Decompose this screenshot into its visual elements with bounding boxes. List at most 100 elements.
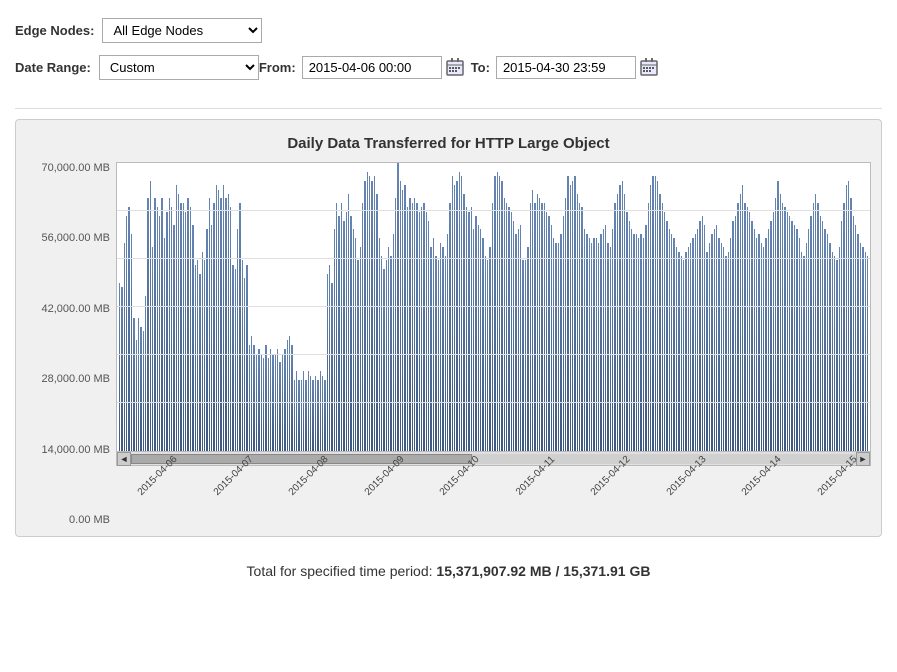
bar (393, 234, 394, 451)
edge-nodes-label: Edge Nodes: (15, 23, 94, 38)
bar (456, 181, 457, 451)
bar (310, 376, 311, 451)
bar (541, 203, 542, 451)
bar (124, 243, 125, 451)
from-date-input[interactable] (302, 56, 442, 79)
bar (428, 221, 429, 451)
bar (728, 252, 729, 451)
bar (452, 176, 453, 451)
bar (270, 349, 271, 451)
to-date-input[interactable] (496, 56, 636, 79)
bar (395, 198, 396, 451)
bar (246, 265, 247, 451)
bar (268, 358, 269, 451)
bar (732, 221, 733, 451)
bar (324, 380, 325, 451)
bar (327, 274, 328, 451)
bar (669, 229, 670, 451)
from-calendar-icon[interactable] (445, 57, 465, 77)
bar (480, 229, 481, 451)
date-range-label: Date Range: (15, 60, 91, 75)
bar (473, 229, 474, 451)
grid-line (117, 258, 870, 259)
bar (197, 260, 198, 451)
bar (489, 247, 490, 451)
bar (820, 216, 821, 451)
bar (539, 198, 540, 451)
bar (449, 203, 450, 451)
bar (199, 274, 200, 451)
bar (593, 238, 594, 451)
bar (652, 176, 653, 451)
bar (438, 260, 439, 451)
bar (433, 238, 434, 451)
bar (329, 265, 330, 451)
bar (143, 331, 144, 451)
bar (789, 216, 790, 451)
bar (128, 207, 129, 451)
bar (348, 194, 349, 451)
bar (532, 190, 533, 451)
bar (612, 229, 613, 451)
bar (799, 238, 800, 451)
bar (301, 380, 302, 451)
bar (780, 194, 781, 451)
bar (412, 203, 413, 451)
bar (237, 229, 238, 451)
bar (650, 185, 651, 451)
bar (230, 207, 231, 451)
bar (770, 221, 771, 451)
bar (471, 207, 472, 451)
bar (147, 198, 148, 451)
bar (676, 247, 677, 451)
to-calendar-icon[interactable] (639, 57, 659, 77)
bar (131, 234, 132, 451)
bar (242, 260, 243, 451)
bar (721, 243, 722, 451)
bar (765, 238, 766, 451)
bar (296, 371, 297, 451)
edge-nodes-select[interactable]: All Edge Nodes (102, 18, 262, 43)
bar (277, 349, 278, 451)
bar (204, 260, 205, 451)
bar (232, 265, 233, 451)
bar (584, 229, 585, 451)
bar (810, 216, 811, 451)
bar (239, 203, 240, 451)
y-axis: 70,000.00 MB56,000.00 MB42,000.00 MB28,0… (26, 162, 116, 526)
bar (164, 238, 165, 451)
bar (787, 212, 788, 451)
bar (758, 234, 759, 451)
bar (187, 198, 188, 451)
bar (225, 198, 226, 451)
y-axis-label: 42,000.00 MB (42, 303, 111, 315)
bar (784, 207, 785, 451)
bar (400, 181, 401, 451)
bar (249, 345, 250, 451)
bar (567, 176, 568, 451)
bar (730, 238, 731, 451)
bar (754, 229, 755, 451)
date-range-select[interactable]: Custom Last 7 Days Last 30 Days Last 90 … (99, 55, 259, 80)
bar (857, 234, 858, 451)
bar (737, 203, 738, 451)
bar (379, 238, 380, 451)
bar (119, 283, 120, 451)
chart-title: Daily Data Transferred for HTTP Large Ob… (26, 135, 871, 152)
bar (386, 260, 387, 451)
bar (322, 376, 323, 451)
bar (312, 380, 313, 451)
scroll-left-button[interactable]: ◄ (117, 452, 131, 466)
bar (461, 176, 462, 451)
bar (695, 234, 696, 451)
bar (581, 207, 582, 451)
bar (657, 181, 658, 451)
bar (607, 243, 608, 451)
bar (563, 216, 564, 451)
bar (454, 185, 455, 451)
bar (501, 181, 502, 451)
bar (350, 216, 351, 451)
bar (442, 247, 443, 451)
bar (555, 243, 556, 451)
bar (178, 194, 179, 451)
